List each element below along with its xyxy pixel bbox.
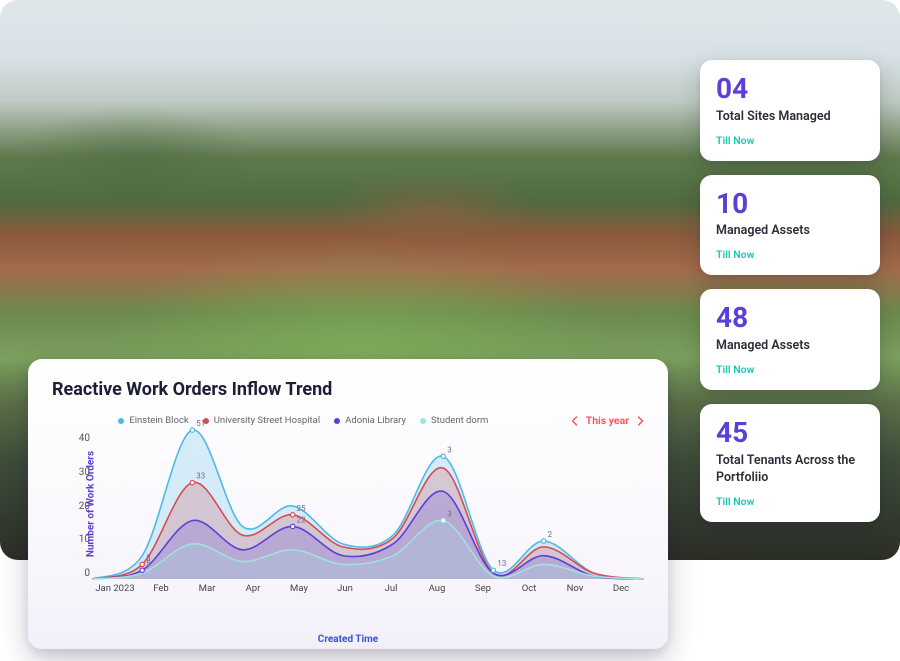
svg-text:25: 25 xyxy=(297,504,306,513)
stat-sublabel: Till Now xyxy=(716,363,864,376)
legend-item[interactable]: Student dorm xyxy=(420,415,488,426)
svg-text:5: 5 xyxy=(146,559,151,568)
chevron-right-icon xyxy=(637,416,644,426)
legend-label: Adonia Library xyxy=(345,415,406,426)
legend-item[interactable]: Einstein Block xyxy=(118,415,188,426)
stat-title: Total Sites Managed xyxy=(716,109,864,126)
legend-item[interactable]: Adonia Library xyxy=(334,415,406,426)
chart-plot-area: 403020100 513132833255223 Jan 2023FebMar… xyxy=(92,433,644,603)
stat-card-tenants[interactable]: 45 Total Tenants Across the Portfoliio T… xyxy=(700,404,880,522)
stat-value: 10 xyxy=(716,189,864,220)
legend-label: Einstein Block xyxy=(129,415,188,426)
legend-dot-icon xyxy=(420,418,426,424)
legend-dot-icon xyxy=(334,418,340,424)
stat-sublabel: Till Now xyxy=(716,248,864,261)
legend-label: University Street Hospital xyxy=(214,415,320,426)
svg-text:3: 3 xyxy=(447,445,451,454)
svg-text:33: 33 xyxy=(196,472,205,481)
chevron-left-icon xyxy=(571,416,578,426)
stat-title: Managed Assets xyxy=(716,338,864,355)
stat-value: 45 xyxy=(716,418,864,449)
chart-title: Reactive Work Orders Inflow Trend xyxy=(52,379,644,400)
legend-item[interactable]: University Street Hospital xyxy=(203,415,320,426)
svg-text:22: 22 xyxy=(297,515,306,524)
stat-value: 04 xyxy=(716,74,864,105)
stat-card-assets-1[interactable]: 10 Managed Assets Till Now xyxy=(700,175,880,276)
chart-card: Reactive Work Orders Inflow Trend Einste… xyxy=(28,359,668,649)
chart-legend: Einstein Block University Street Hospita… xyxy=(52,414,644,427)
svg-text:3: 3 xyxy=(447,510,451,519)
svg-text:13: 13 xyxy=(497,559,506,568)
chart-y-ticks: 403020100 xyxy=(66,433,90,579)
stat-card-sites[interactable]: 04 Total Sites Managed Till Now xyxy=(700,60,880,161)
stat-title: Total Tenants Across the Portfoliio xyxy=(716,453,864,487)
chart-x-ticks: Jan 2023FebMarAprMayJunJulAugSepOctNovDe… xyxy=(92,583,644,603)
stat-card-assets-2[interactable]: 48 Managed Assets Till Now xyxy=(700,289,880,390)
chart-period-selector[interactable]: This year xyxy=(571,414,644,427)
svg-text:51: 51 xyxy=(196,419,205,428)
stat-value: 48 xyxy=(716,303,864,334)
svg-text:2: 2 xyxy=(548,530,553,539)
stat-title: Managed Assets xyxy=(716,223,864,240)
chart-period-label: This year xyxy=(586,414,629,427)
stat-sublabel: Till Now xyxy=(716,495,864,508)
stats-column: 04 Total Sites Managed Till Now 10 Manag… xyxy=(700,60,880,522)
legend-dot-icon xyxy=(118,418,124,424)
legend-label: Student dorm xyxy=(431,415,488,426)
stat-sublabel: Till Now xyxy=(716,134,864,147)
chart-x-axis-label: Created Time xyxy=(318,634,378,645)
